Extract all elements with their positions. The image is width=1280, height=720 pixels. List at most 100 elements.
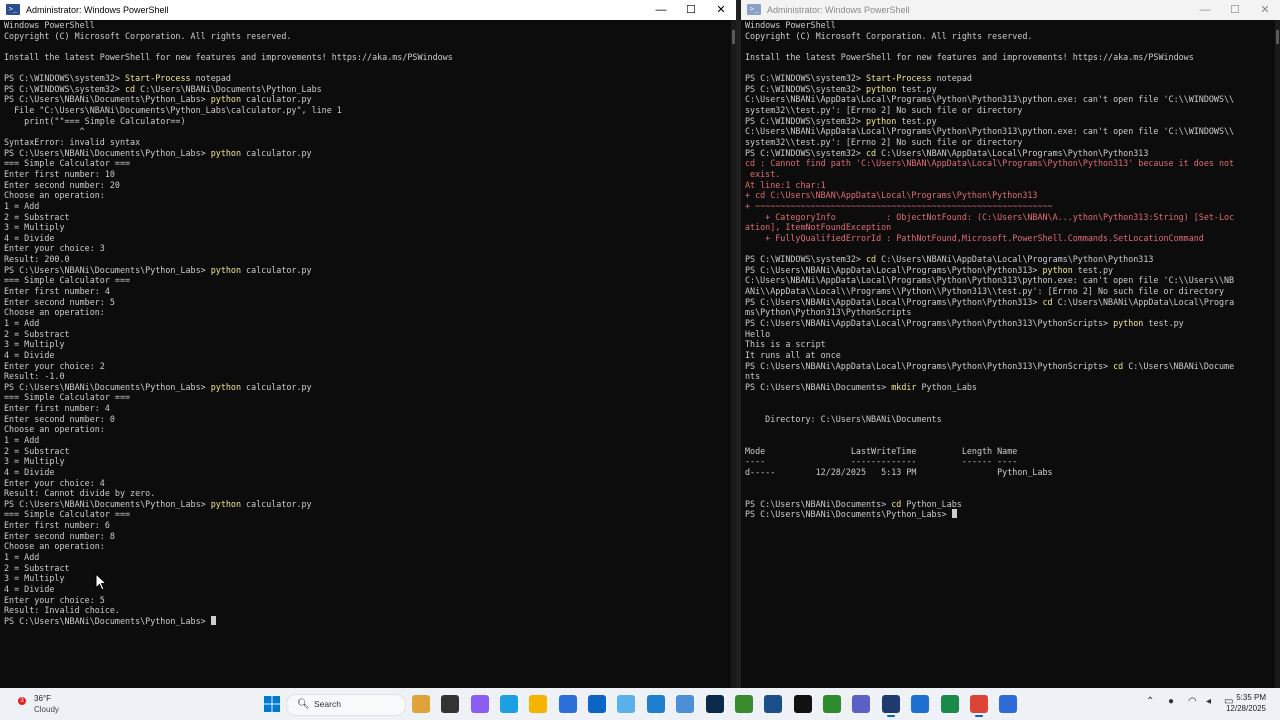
copilot-icon[interactable] <box>471 695 489 713</box>
title-bar[interactable]: >_ Administrator: Windows PowerShell — ☐… <box>0 0 736 20</box>
capcut-icon[interactable] <box>794 695 812 713</box>
output-text: PS C:\WINDOWS\system32> <box>745 254 867 265</box>
file-explorer-icon[interactable] <box>529 695 547 713</box>
edge-icon[interactable] <box>500 695 518 713</box>
console-line: 4 = Divide <box>4 350 732 361</box>
store-icon[interactable] <box>559 695 577 713</box>
console-line: PS C:\WINDOWS\system32> Start-Process no… <box>745 73 1276 84</box>
powershell-icon: >_ <box>747 4 761 15</box>
remote-desktop-icon[interactable] <box>676 695 694 713</box>
console-line: Windows PowerShell <box>745 20 1276 31</box>
output-text: PS C:\WINDOWS\system32> <box>4 83 126 94</box>
powershell-icon[interactable] <box>882 695 900 717</box>
output-text: test.py <box>1072 264 1114 275</box>
output-text: Copyright (C) Microsoft Corporation. All… <box>4 30 292 41</box>
minimize-button[interactable]: — <box>1190 0 1220 20</box>
error-text: + CategoryInfo : ObjectNotFound: (C:\Use… <box>745 211 1235 222</box>
command-text: Start-Process <box>866 73 932 84</box>
output-text: Result: -1.0 <box>4 371 65 382</box>
photoshop-icon[interactable] <box>706 695 724 713</box>
powershell-window-right[interactable]: >_ Administrator: Windows PowerShell — ☐… <box>741 0 1280 688</box>
console-output[interactable]: Windows PowerShell Copyright (C) Microsof… <box>745 20 1276 688</box>
console-line: 3 = Multiply <box>4 339 732 350</box>
maximize-button[interactable]: ☐ <box>676 0 706 20</box>
weather-widget[interactable]: 3 36°F Cloudy <box>12 693 92 715</box>
taskbar: 3 36°F Cloudy 🔍︎ Search ⌃ ● ◠ ◂ ▭ 5:35 PM 12… <box>0 688 1280 720</box>
powershell-window-left[interactable]: >_ Administrator: Windows PowerShell — ☐… <box>0 0 736 688</box>
minecraft-icon[interactable] <box>735 695 753 713</box>
title-bar[interactable]: >_ Administrator: Windows PowerShell — ☐… <box>741 0 1280 20</box>
console-line: Enter second number: 0 <box>4 414 732 425</box>
console-line: C:\Users\NBANi\AppData\Local\Programs\Py… <box>745 94 1276 105</box>
chrome-icon[interactable] <box>970 695 988 717</box>
console-line: 2 = Substract <box>4 212 732 223</box>
taskbar-search[interactable]: 🔍︎ Search <box>286 694 406 716</box>
scrollbar-thumb[interactable] <box>732 30 735 44</box>
microphone-icon[interactable]: ● <box>1168 696 1174 707</box>
weather-icon: 3 <box>18 697 26 705</box>
console-line: Choose an operation: <box>4 424 732 435</box>
console-line: SyntaxError: invalid syntax <box>4 137 732 148</box>
output-text: Enter your choice: 4 <box>4 477 105 488</box>
clock[interactable]: 5:35 PM 12/28/2025 <box>1226 692 1266 714</box>
text-cursor <box>210 615 216 625</box>
close-button[interactable]: ✕ <box>706 0 736 20</box>
console-line: PS C:\Users\NBANi\Documents\Python_Labs>… <box>4 499 732 510</box>
output-text: Enter your choice: 5 <box>4 594 105 605</box>
command-text: cd <box>125 83 136 94</box>
console-line: Enter first number: 6 <box>4 520 732 531</box>
command-text: python <box>866 83 897 94</box>
console-output[interactable]: Windows PowerShell Copyright (C) Microsof… <box>4 20 732 688</box>
command-text: cd <box>1113 360 1124 371</box>
weather-condition: Cloudy <box>34 705 59 714</box>
search-icon: 🔍︎ <box>297 699 310 710</box>
outlook-icon[interactable] <box>588 695 606 713</box>
steam-icon[interactable] <box>764 695 782 713</box>
network-icon[interactable]: ◠ <box>1188 696 1197 707</box>
output-text: PS C:\Users\NBANi\AppData\Local\Programs… <box>745 264 1043 275</box>
output-text: PS C:\Users\NBANi\Documents\Python_Labs> <box>4 147 211 158</box>
console-line: exist. <box>745 169 1276 180</box>
teams-icon[interactable] <box>852 695 870 713</box>
calculator-icon[interactable] <box>999 695 1017 713</box>
console-line: PS C:\WINDOWS\system32> python test.py <box>745 84 1276 95</box>
console-line: Enter first number: 4 <box>4 286 732 297</box>
minimize-button[interactable]: — <box>646 0 676 20</box>
output-text: Copyright (C) Microsoft Corporation. All… <box>745 30 1033 41</box>
close-button[interactable]: ✕ <box>1250 0 1280 20</box>
output-text: PS C:\Users\NBANi\Documents> <box>745 498 892 509</box>
start-icon <box>264 696 280 712</box>
scrollbar[interactable] <box>1275 20 1280 688</box>
output-text: d----- 12/28/2025 5:13 PM Python_Labs <box>745 466 1053 477</box>
console-line: Result: 200.0 <box>4 254 732 265</box>
console-line: Windows PowerShell <box>4 20 732 31</box>
output-text: PS C:\Users\NBANi\AppData\Local\Programs… <box>745 317 1114 328</box>
start-button[interactable] <box>263 695 281 713</box>
command-text: python <box>866 115 897 126</box>
console-line: 1 = Add <box>4 201 732 212</box>
clock-time: 5:35 PM <box>1236 693 1266 702</box>
output-text: ANi\\AppData\\Local\\Programs\\Python\\P… <box>745 286 1225 297</box>
task-view-icon[interactable] <box>441 695 459 713</box>
console-line: PS C:\Users\NBANi\Documents\Python_Labs> <box>745 509 1276 520</box>
console-line: Enter first number: 10 <box>4 169 732 180</box>
snipping-tool-icon[interactable] <box>911 695 929 713</box>
error-text: + FullyQualifiedErrorId : PathNotFound,M… <box>745 232 1204 243</box>
vscode-icon[interactable] <box>647 695 665 713</box>
terminal-icon[interactable] <box>941 695 959 713</box>
console-line: PS C:\Users\NBANi\Documents\Python_Labs>… <box>4 94 732 105</box>
xbox-icon[interactable] <box>823 695 841 713</box>
chevron-up-icon[interactable]: ⌃ <box>1146 696 1154 707</box>
widgets-icon[interactable] <box>412 695 430 713</box>
error-text: + cd C:\Users\NBAN\AppData\Local\Program… <box>745 190 1038 201</box>
maximize-button[interactable]: ☐ <box>1220 0 1250 20</box>
output-text: 4 = Divide <box>4 349 55 360</box>
output-text: test.py <box>1143 317 1184 328</box>
console-line: Enter second number: 5 <box>4 297 732 308</box>
output-text: 2 = Substract <box>4 562 70 573</box>
output-text: Choose an operation: <box>4 190 105 201</box>
volume-icon[interactable]: ◂ <box>1206 696 1211 707</box>
scrollbar-thumb[interactable] <box>1276 30 1279 44</box>
notepad-icon[interactable] <box>617 695 635 713</box>
